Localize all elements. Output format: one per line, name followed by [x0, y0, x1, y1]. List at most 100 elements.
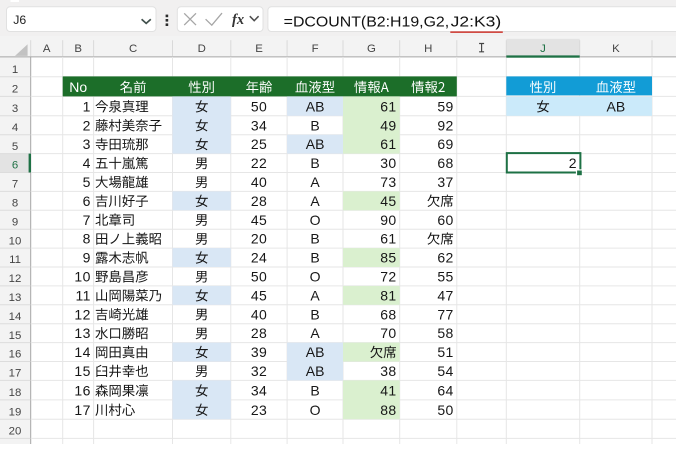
svg-text:88: 88 — [380, 402, 396, 418]
svg-text:50: 50 — [437, 402, 453, 418]
svg-text:55: 55 — [437, 269, 453, 285]
svg-text:12: 12 — [9, 273, 22, 285]
svg-text:10: 10 — [9, 235, 22, 247]
svg-text:5: 5 — [83, 174, 91, 190]
svg-text:14: 14 — [9, 311, 22, 323]
svg-text:1: 1 — [12, 64, 18, 76]
svg-text:8: 8 — [12, 198, 18, 210]
svg-text:=DCOUNT(B2:H19,G2,: =DCOUNT(B2:H19,G2, — [284, 13, 450, 30]
svg-text:7: 7 — [12, 179, 18, 191]
svg-text:90: 90 — [380, 212, 396, 228]
svg-text:10: 10 — [74, 269, 90, 285]
svg-text:A: A — [310, 174, 320, 190]
svg-text:16: 16 — [9, 349, 22, 361]
svg-text:B: B — [310, 383, 319, 399]
svg-text:68: 68 — [437, 155, 453, 171]
svg-text:62: 62 — [437, 250, 453, 266]
svg-text:28: 28 — [251, 193, 267, 209]
svg-text:AB: AB — [607, 98, 626, 114]
svg-text:4: 4 — [83, 155, 91, 171]
svg-text:70: 70 — [380, 325, 396, 341]
svg-text:45: 45 — [251, 212, 267, 228]
svg-text:C: C — [129, 43, 137, 55]
svg-text:O: O — [310, 269, 321, 285]
svg-text:28: 28 — [251, 325, 267, 341]
svg-text:61: 61 — [380, 231, 396, 247]
svg-text:H: H — [424, 43, 432, 55]
svg-text:18: 18 — [9, 387, 22, 399]
svg-text:B: B — [310, 231, 319, 247]
svg-text:39: 39 — [251, 344, 267, 360]
svg-text:16: 16 — [74, 383, 90, 399]
svg-text:15: 15 — [9, 330, 22, 342]
svg-text:19: 19 — [9, 406, 22, 418]
svg-text:25: 25 — [251, 136, 267, 152]
svg-text:2: 2 — [12, 84, 18, 96]
svg-text:17: 17 — [74, 402, 90, 418]
svg-text:AB: AB — [306, 363, 325, 379]
svg-text:3: 3 — [12, 103, 18, 115]
svg-text:14: 14 — [74, 344, 90, 360]
svg-text:F: F — [312, 43, 319, 55]
svg-text:23: 23 — [251, 402, 267, 418]
svg-text:B: B — [310, 117, 319, 133]
svg-text:40: 40 — [251, 306, 267, 322]
svg-text:6: 6 — [83, 193, 91, 209]
svg-text:20: 20 — [251, 231, 267, 247]
svg-text:54: 54 — [437, 363, 453, 379]
svg-text:20: 20 — [9, 426, 22, 438]
svg-text:47: 47 — [437, 287, 453, 303]
svg-text:2: 2 — [569, 155, 577, 171]
svg-text:11: 11 — [9, 254, 21, 266]
svg-text:40: 40 — [251, 174, 267, 190]
svg-text:fx: fx — [232, 12, 244, 28]
svg-text:58: 58 — [437, 325, 453, 341]
svg-text:AB: AB — [306, 98, 325, 114]
svg-text:6: 6 — [12, 160, 18, 172]
svg-text:B: B — [310, 250, 319, 266]
svg-text:9: 9 — [83, 250, 91, 266]
svg-text:77: 77 — [437, 306, 453, 322]
svg-text:73: 73 — [380, 174, 396, 190]
svg-text:15: 15 — [74, 363, 90, 379]
svg-text:81: 81 — [380, 287, 396, 303]
svg-text:13: 13 — [74, 325, 90, 341]
svg-text:69: 69 — [437, 136, 453, 152]
svg-text:51: 51 — [437, 344, 453, 360]
svg-text:34: 34 — [251, 383, 267, 399]
svg-text:5: 5 — [12, 141, 18, 153]
svg-text:32: 32 — [251, 363, 267, 379]
svg-text:45: 45 — [251, 287, 267, 303]
svg-text:O: O — [310, 212, 321, 228]
svg-text:No: No — [69, 79, 87, 95]
svg-text:11: 11 — [75, 287, 90, 303]
svg-text:49: 49 — [380, 117, 396, 133]
svg-text:85: 85 — [380, 250, 396, 266]
svg-text:J: J — [540, 43, 546, 55]
svg-text:61: 61 — [380, 136, 396, 152]
svg-text:13: 13 — [9, 292, 22, 304]
svg-text:J2:K3): J2:K3) — [451, 13, 502, 30]
svg-text:24: 24 — [251, 250, 267, 266]
svg-text:17: 17 — [9, 368, 22, 380]
svg-text:30: 30 — [380, 155, 396, 171]
svg-text:38: 38 — [380, 363, 396, 379]
svg-text:37: 37 — [437, 174, 453, 190]
svg-text:B: B — [310, 155, 319, 171]
svg-text:4: 4 — [12, 122, 18, 134]
svg-text:B: B — [74, 43, 82, 55]
svg-text:64: 64 — [437, 383, 453, 399]
svg-text:68: 68 — [380, 306, 396, 322]
svg-text:72: 72 — [380, 269, 396, 285]
svg-text:12: 12 — [74, 306, 90, 322]
svg-text:92: 92 — [437, 117, 453, 133]
svg-text:61: 61 — [380, 98, 396, 114]
svg-text:J6: J6 — [13, 13, 26, 27]
svg-text:59: 59 — [437, 98, 453, 114]
svg-text:9: 9 — [12, 216, 18, 228]
svg-text:22: 22 — [251, 155, 267, 171]
svg-text:50: 50 — [251, 269, 267, 285]
svg-text:AB: AB — [306, 344, 325, 360]
svg-text:A: A — [310, 325, 320, 341]
svg-text:A: A — [43, 43, 51, 55]
